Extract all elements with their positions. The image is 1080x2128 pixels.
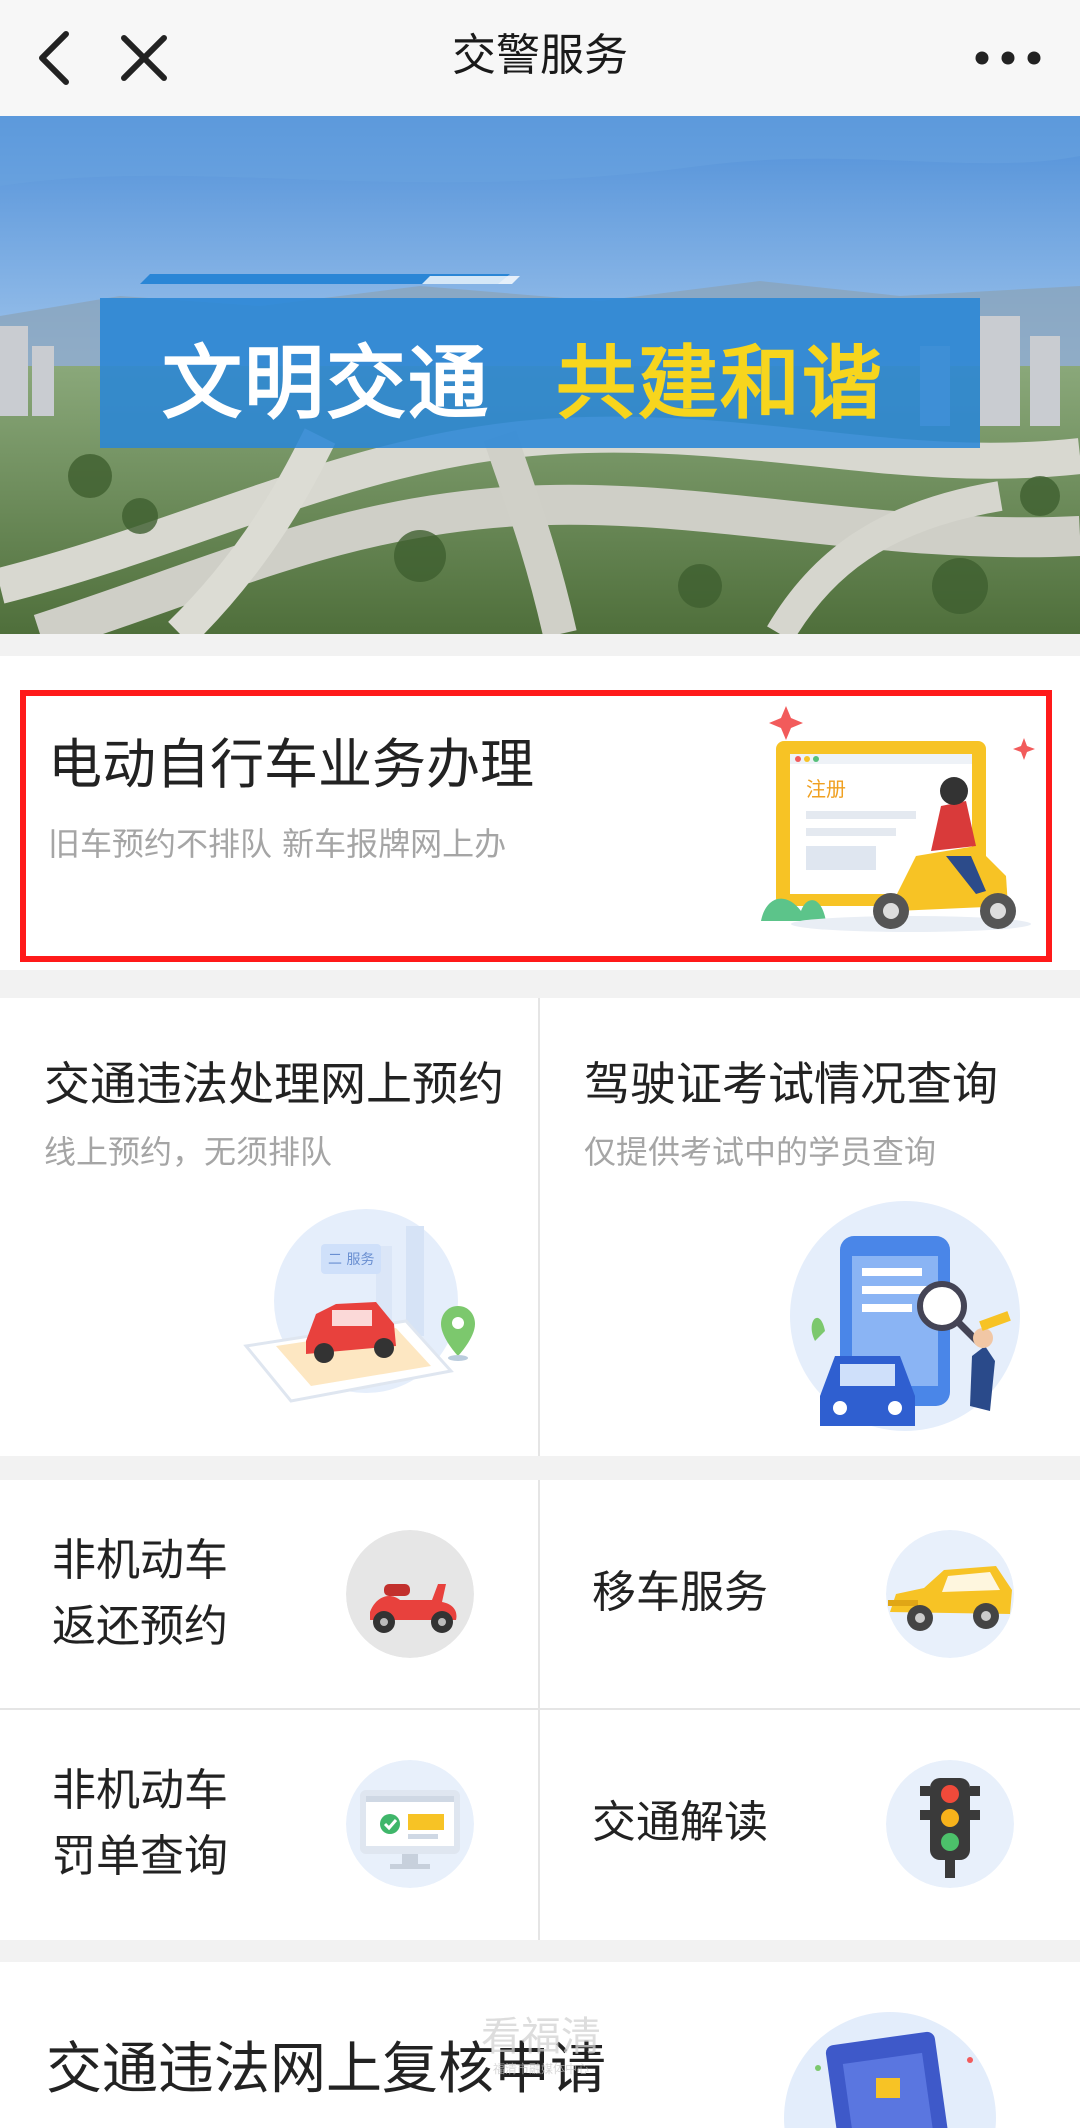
banner-slogan-yellow: 共建和谐	[556, 337, 884, 430]
tile-subtitle: 仅提供考试中的学员查询	[584, 1133, 937, 1171]
tile-title: 交通解读	[592, 1797, 768, 1848]
tile-title: 交通违法处理网上预约	[44, 1057, 504, 1111]
tile-title: 非机动车 返还预约	[52, 1528, 228, 1660]
more-icon[interactable]	[958, 22, 1058, 94]
banner-image[interactable]: 文明交通 共建和谐	[0, 116, 1080, 634]
watermark-small-text: 福清市融媒体中心	[492, 2062, 589, 2076]
phone-car-illustration: 二 服务	[243, 1209, 475, 1403]
scooter-icon	[346, 1530, 474, 1658]
top-navigation-bar: 交警服务	[0, 0, 1080, 117]
watermark-text: 看福清	[481, 2014, 601, 2060]
page-title: 交警服务	[452, 30, 628, 81]
ebike-card-title: 电动自行车业务办理	[48, 733, 534, 796]
ebike-illustration: 注册	[761, 706, 1035, 932]
watermark: 看福清 福清市融媒体中心	[466, 2012, 616, 2076]
exam-query-illustration	[790, 1201, 1020, 1431]
tile-title-line2: 返还预约	[52, 1601, 228, 1652]
monitor-check-icon	[346, 1760, 474, 1888]
tile-title-line1: 非机动车	[52, 1765, 228, 1816]
tile-title: 移车服务	[592, 1567, 768, 1618]
car-icon	[886, 1530, 1014, 1658]
banner-slogan: 文明交通 共建和谐	[0, 116, 1080, 634]
tile-title: 非机动车 罚单查询	[52, 1758, 228, 1890]
register-label: 注册	[806, 777, 846, 801]
tile-title: 驾驶证考试情况查询	[584, 1057, 998, 1111]
review-illustration	[784, 2012, 996, 2128]
banner-slogan-white: 文明交通	[162, 337, 490, 430]
tile-title-line2: 罚单查询	[52, 1831, 228, 1882]
service-label: 二 服务	[328, 1252, 374, 1268]
tile-title-line1: 非机动车	[52, 1535, 228, 1586]
traffic-light-icon	[886, 1760, 1014, 1888]
ebike-card-subtitle: 旧车预约不排队 新车报牌网上办	[48, 825, 507, 863]
tile-subtitle: 线上预约，无须排队	[44, 1133, 333, 1171]
